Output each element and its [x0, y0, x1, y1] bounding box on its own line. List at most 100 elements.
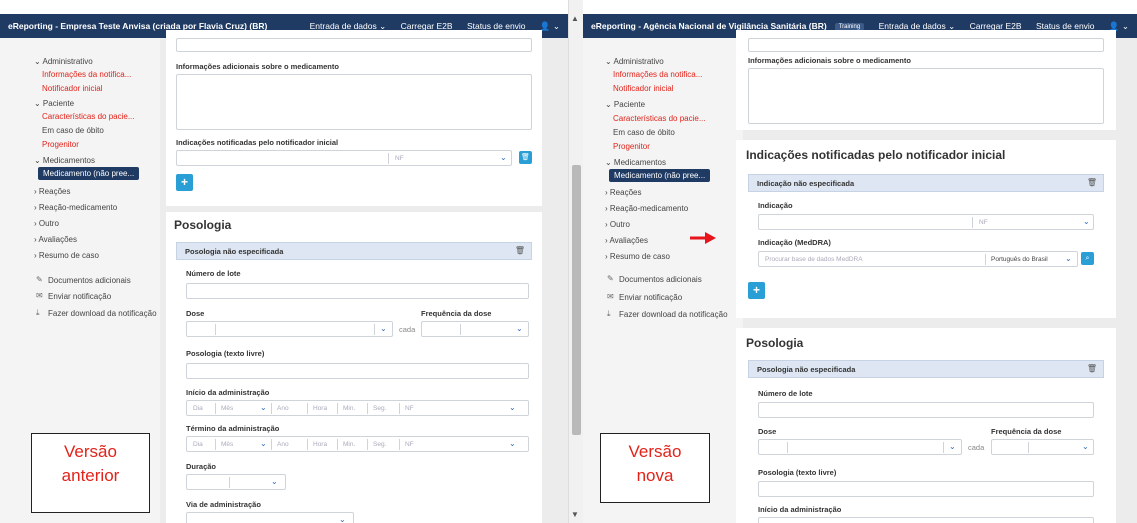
sidebar-item-medicamentos[interactable]: ⌄ Medicamentos — [34, 156, 95, 165]
inicio-date-input[interactable] — [758, 517, 1094, 523]
posologia-header-strip: Posologia não especificada 🗑 — [748, 360, 1104, 378]
sidebar-item-notificador-inicial[interactable]: Notificador inicial — [42, 84, 102, 93]
sidebar-item-administrativo[interactable]: ⌄ Administrativo — [605, 57, 664, 66]
chevron-down-icon: ⌄ — [949, 442, 956, 451]
info-adicionais-textarea[interactable] — [176, 74, 532, 130]
chevron-down-icon: ⌄ — [339, 515, 346, 523]
numero-lote-input[interactable] — [758, 402, 1094, 418]
user-menu[interactable]: 👤 ⌄ — [540, 21, 560, 31]
scroll-up-icon[interactable]: ▲ — [571, 14, 579, 23]
dia-placeholder: Dia — [193, 441, 203, 448]
meddra-search-input[interactable]: Procurar base de dados MedDRA Português … — [758, 251, 1078, 267]
previous-field[interactable] — [176, 38, 532, 52]
termino-date-input[interactable]: Dia Mês ⌄ Ano Hora Min. Seg. NF ⌄ — [186, 436, 529, 452]
medicamento-card: Informações adicionais sobre o medicamen… — [166, 30, 542, 206]
numero-lote-label: Número de lote — [758, 389, 813, 398]
min-placeholder: Min. — [343, 441, 356, 448]
vertical-scrollbar[interactable]: ▲ ▼ — [568, 0, 583, 523]
sidebar-item-paciente[interactable]: ⌄ Paciente — [34, 99, 74, 108]
sidebar-item-notificador-inicial[interactable]: Notificador inicial — [613, 84, 673, 93]
sidebar-item-paciente[interactable]: ⌄ Paciente — [605, 100, 645, 109]
inicio-label: Início da administração — [758, 505, 842, 514]
numero-lote-input[interactable] — [186, 283, 529, 299]
info-adicionais-label: Informações adicionais sobre o medicamen… — [176, 62, 339, 71]
via-select[interactable]: ⌄ — [186, 512, 354, 523]
medicamento-card: Informações adicionais sobre o medicamen… — [736, 30, 1116, 130]
chevron-down-icon: ⌄ — [509, 403, 516, 412]
sidebar-item-reacao-medicamento[interactable]: › Reação-medicamento — [34, 203, 117, 212]
sidebar-item-reacao-medicamento[interactable]: › Reação-medicamento — [605, 204, 688, 213]
sidebar-item-outro[interactable]: › Outro — [34, 219, 59, 228]
sidebar-item-reacoes[interactable]: › Reações — [605, 188, 641, 197]
sidebar-link-enviar-notificacao[interactable]: Enviar notificação — [619, 293, 682, 302]
posologia-livre-input[interactable] — [186, 363, 529, 379]
posologia-header-strip: Posologia não especificada 🗑 — [176, 242, 532, 260]
sidebar-link-fazer-download[interactable]: Fazer download da notificação — [619, 310, 728, 319]
caption-versao-nova: Versão nova — [600, 433, 710, 503]
dose-input[interactable]: ⌄ — [758, 439, 962, 455]
sidebar-link-documentos-adicionais[interactable]: Documentos adicionais — [619, 275, 702, 284]
sidebar-item-caracteristicas-paciente[interactable]: Características do pacie... — [42, 112, 134, 121]
sidebar-item-caso-de-obito[interactable]: Em caso de óbito — [613, 128, 675, 137]
sidebar-item-medicamento-ativo[interactable]: Medicamento (não pree... — [38, 167, 140, 180]
sidebar-item-caracteristicas-paciente[interactable]: Características do pacie... — [613, 114, 705, 123]
scrollbar-thumb[interactable] — [572, 165, 581, 435]
add-indicacao-button[interactable]: + — [748, 282, 765, 299]
meddra-placeholder: Procurar base de dados MedDRA — [765, 256, 863, 263]
search-icon[interactable]: ⌕ — [1081, 252, 1094, 265]
delete-indicacao-button[interactable]: 🗑 — [519, 151, 532, 164]
caption-line-2: anterior — [61, 466, 120, 485]
sidebar-link-documentos-adicionais[interactable]: Documentos adicionais — [48, 276, 131, 285]
idioma-select[interactable]: Português do Brasil — [991, 256, 1048, 263]
sidebar-item-resumo-de-caso[interactable]: › Resumo de caso — [605, 252, 670, 261]
inicio-label: Início da administração — [186, 388, 270, 397]
sidebar-item-informacoes-notificacao[interactable]: Informações da notifica... — [613, 70, 702, 79]
previous-field[interactable] — [748, 38, 1104, 52]
hora-placeholder: Hora — [313, 441, 328, 448]
dose-label: Dose — [758, 427, 777, 436]
sidebar-item-reacoes[interactable]: › Reações — [34, 187, 70, 196]
sidebar-item-resumo-de-caso[interactable]: › Resumo de caso — [34, 251, 99, 260]
sidebar-item-avaliacoes[interactable]: › Avaliações — [605, 236, 648, 245]
termino-label: Término da administração — [186, 424, 280, 433]
posologia-livre-input[interactable] — [758, 481, 1094, 497]
trash-icon[interactable]: 🗑 — [1087, 364, 1097, 373]
sidebar-item-administrativo[interactable]: ⌄ Administrativo — [34, 57, 93, 66]
sidebar-item-outro[interactable]: › Outro — [605, 220, 630, 229]
scroll-down-icon[interactable]: ▼ — [571, 510, 579, 519]
hora-placeholder: Hora — [313, 405, 328, 412]
seg-placeholder: Seg. — [373, 405, 387, 412]
duracao-input[interactable]: ⌄ — [186, 474, 286, 490]
duracao-label: Duração — [186, 462, 217, 471]
info-adicionais-textarea[interactable] — [748, 68, 1104, 124]
sidebar-item-informacoes-notificacao[interactable]: Informações da notifica... — [42, 70, 131, 79]
chevron-down-icon: ⌄ — [1083, 217, 1090, 226]
trash-icon[interactable]: 🗑 — [515, 246, 525, 255]
indicacao-header-strip: Indicação não especificada 🗑 — [748, 174, 1104, 192]
indicacao-select[interactable]: NF ⌄ — [176, 150, 512, 166]
download-icon: ⤓ — [36, 308, 40, 317]
posologia-strip-label: Posologia não especificada — [757, 365, 856, 374]
caption-line-1: Versão — [64, 442, 117, 461]
dose-input[interactable]: ⌄ — [186, 321, 393, 337]
sidebar-link-fazer-download[interactable]: Fazer download da notificação — [48, 309, 157, 318]
sidebar-item-progenitor[interactable]: Progenitor — [613, 142, 650, 151]
sidebar-item-avaliacoes[interactable]: › Avaliações — [34, 235, 77, 244]
sidebar-item-caso-de-obito[interactable]: Em caso de óbito — [42, 126, 104, 135]
indicacao-select[interactable]: NF ⌄ — [758, 214, 1094, 230]
trash-icon[interactable]: 🗑 — [1087, 178, 1097, 187]
min-placeholder: Min. — [343, 405, 356, 412]
inicio-date-input[interactable]: Dia Mês ⌄ Ano Hora Min. Seg. NF ⌄ — [186, 400, 529, 416]
main-content: Informações adicionais sobre o medicamen… — [160, 30, 568, 523]
frequencia-input[interactable]: ⌄ — [421, 321, 529, 337]
sidebar-item-progenitor[interactable]: Progenitor — [42, 140, 79, 149]
caption-line-2: nova — [636, 466, 674, 485]
previous-version-panel: eReporting - Empresa Teste Anvisa (criad… — [0, 0, 568, 523]
sidebar-item-medicamento-ativo[interactable]: Medicamento (não pree... — [609, 169, 711, 182]
frequencia-input[interactable]: ⌄ — [991, 439, 1094, 455]
sidebar-item-medicamentos[interactable]: ⌄ Medicamentos — [605, 158, 666, 167]
add-indicacao-button[interactable]: + — [176, 174, 193, 191]
posologia-title: Posologia — [174, 218, 232, 232]
sidebar-link-enviar-notificacao[interactable]: Enviar notificação — [48, 292, 111, 301]
chevron-down-icon: ⌄ — [271, 477, 278, 486]
